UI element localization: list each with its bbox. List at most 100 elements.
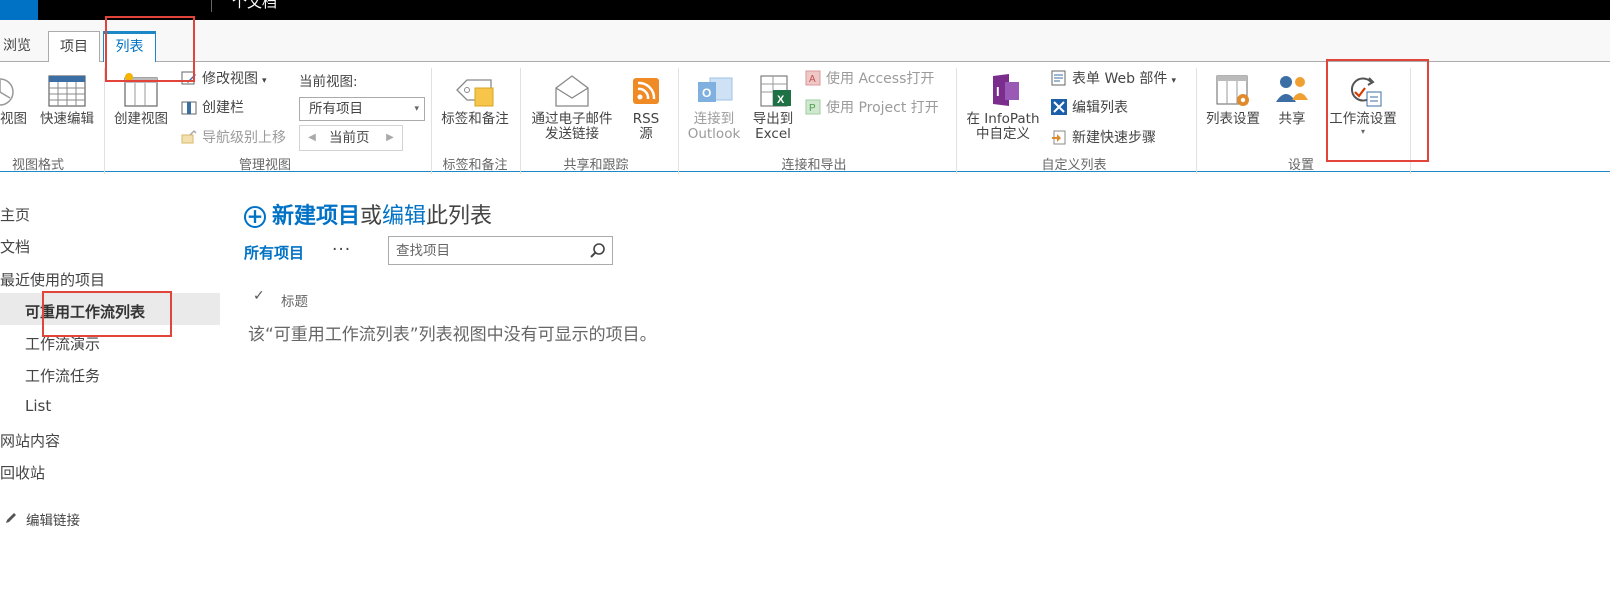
excel-icon: X <box>753 72 793 108</box>
group-divider <box>1410 68 1411 174</box>
current-view-label: 当前视图: <box>299 74 358 90</box>
next-page-icon[interactable]: ▶ <box>382 126 398 150</box>
create-column-label: 创建栏 <box>202 100 244 116</box>
rss-label-1: RSS <box>632 111 660 127</box>
list-settings-label: 列表设置 <box>1206 111 1260 127</box>
create-view-button[interactable]: 创建视图 <box>110 72 172 127</box>
chevron-down-icon: ▾ <box>414 104 419 114</box>
svg-text:X: X <box>777 94 785 106</box>
group-divider <box>104 68 105 174</box>
excel-label-1: 导出到 <box>752 111 794 127</box>
add-circle-icon[interactable]: + <box>244 206 266 228</box>
nav-item-list[interactable]: List <box>25 397 51 415</box>
nav-item-workflow-tasks[interactable]: 工作流任务 <box>25 365 100 386</box>
chevron-down-icon: ▾ <box>1171 76 1176 86</box>
email-link-label-2: 发送链接 <box>545 126 599 142</box>
app-launcher-tile[interactable] <box>0 0 38 20</box>
tags-notes-button[interactable]: 标签和备注 <box>437 72 513 127</box>
group-label-connect-export: 连接和导出 <box>781 158 847 173</box>
new-item-link[interactable]: 新建项目 <box>272 204 360 229</box>
navigate-up-button[interactable]: 导航级别上移 <box>181 128 286 148</box>
select-all-checkmark-icon[interactable]: ✓ <box>253 288 265 304</box>
current-view-select[interactable]: 所有项目 ▾ <box>299 97 425 121</box>
connect-outlook-button[interactable]: O 连接到 Outlook <box>684 72 744 142</box>
column-header-title[interactable]: 标题 <box>281 290 308 310</box>
current-view-value: 所有项目 <box>309 101 363 117</box>
search-icon[interactable] <box>589 242 607 264</box>
svg-text:I: I <box>996 84 1000 99</box>
open-project-button[interactable]: P 使用 Project 打开 <box>805 98 939 118</box>
edit-list-label: 编辑列表 <box>1072 100 1128 116</box>
edit-links-button[interactable]: 编辑链接 <box>4 509 80 529</box>
group-label-share-track: 共享和跟踪 <box>563 158 629 173</box>
group-divider <box>431 68 432 174</box>
ribbon-tabs: 浏览 项目 列表 <box>0 20 1610 63</box>
form-web-parts-button[interactable]: 表单 Web 部件 ▾ <box>1051 69 1176 89</box>
open-access-button[interactable]: A 使用 Access打开 <box>805 69 934 89</box>
infopath-icon: I <box>983 72 1023 108</box>
edit-list-button[interactable]: 编辑列表 <box>1051 98 1128 118</box>
list-settings-icon <box>1213 72 1253 108</box>
edit-links-label: 编辑链接 <box>26 513 80 529</box>
modify-view-icon <box>181 70 197 86</box>
tab-items[interactable]: 项目 <box>48 31 100 62</box>
nav-item-recent[interactable]: 最近使用的项目 <box>0 269 105 290</box>
form-web-parts-label: 表单 Web 部件 <box>1072 71 1168 87</box>
quick-edit-button[interactable]: 快速编辑 <box>36 72 98 127</box>
group-divider <box>956 68 957 174</box>
nav-item-reusable-workflow-list[interactable]: 可重用工作流列表 <box>25 301 145 322</box>
view-button-label: 视图 <box>0 111 27 127</box>
tag-icon <box>455 72 495 108</box>
modify-view-button[interactable]: 修改视图 ▾ <box>181 69 267 89</box>
customize-infopath-button[interactable]: I 在 InfoPath 中自定义 <box>961 72 1045 142</box>
svg-text:O: O <box>702 86 711 100</box>
nav-item-workflow-demo[interactable]: 工作流演示 <box>25 333 100 354</box>
search-input[interactable] <box>389 237 579 264</box>
create-column-icon <box>181 99 197 115</box>
list-settings-button[interactable]: 列表设置 <box>1201 72 1265 127</box>
nav-item-recycle-bin[interactable]: 回收站 <box>0 462 45 483</box>
view-button[interactable]: 视图 <box>0 72 27 127</box>
nav-item-documents[interactable]: 文档 <box>0 236 30 257</box>
edit-list-link[interactable]: 编辑 <box>382 204 426 229</box>
access-icon: A <box>805 70 821 86</box>
new-quick-step-label: 新建快速步骤 <box>1072 130 1156 146</box>
share-button[interactable]: 共享 <box>1270 72 1314 127</box>
page-title: + 新建项目或编辑此列表 <box>244 198 492 230</box>
quick-edit-icon <box>47 72 87 108</box>
project-icon: P <box>805 99 821 115</box>
open-access-label: 使用 Access打开 <box>826 71 935 87</box>
create-view-icon <box>121 72 161 108</box>
create-column-button[interactable]: 创建栏 <box>181 98 244 118</box>
infopath-label-2: 中自定义 <box>976 126 1030 142</box>
group-divider <box>678 68 679 174</box>
empty-list-message: 该“可重用工作流列表”列表视图中没有可显示的项目。 <box>248 325 657 345</box>
tab-browse[interactable]: 浏览 <box>0 31 34 62</box>
ribbon: 视图 快速编辑 视图格式 创建视图 修改视图 ▾ 创建栏 导航级别上移 当前视图… <box>0 62 1610 174</box>
new-quick-step-button[interactable]: 新建快速步骤 <box>1051 128 1156 148</box>
nav-item-site-contents[interactable]: 网站内容 <box>0 430 60 451</box>
rss-button[interactable]: RSS 源 <box>626 72 666 142</box>
outlook-label-2: Outlook <box>687 126 741 142</box>
suite-bar: 个文档 <box>0 0 1610 20</box>
group-divider <box>1196 68 1197 174</box>
email-link-button[interactable]: 通过电子邮件 发送链接 <box>527 72 617 142</box>
more-options-icon[interactable]: ··· <box>332 240 351 260</box>
title-or: 或 <box>360 204 383 229</box>
nav-item-home[interactable]: 主页 <box>0 204 30 225</box>
outlook-icon: O <box>694 72 734 108</box>
view-all-items-link[interactable]: 所有项目 <box>244 242 304 263</box>
prev-page-icon[interactable]: ◀ <box>304 126 320 150</box>
workflow-settings-button[interactable]: 工作流设置 ▾ <box>1325 72 1401 137</box>
svg-text:A: A <box>809 74 816 85</box>
rss-label-2: 源 <box>639 126 653 142</box>
export-excel-button[interactable]: X 导出到 Excel <box>746 72 800 142</box>
current-page-label: 当前页 <box>329 130 370 146</box>
site-title[interactable]: 个文档 <box>232 0 277 12</box>
navigate-up-icon <box>181 129 197 145</box>
modify-view-label: 修改视图 <box>202 71 258 87</box>
group-label-customize-list: 自定义列表 <box>1041 158 1107 173</box>
view-icon <box>0 72 26 108</box>
email-link-label-1: 通过电子邮件 <box>531 111 613 127</box>
tab-list[interactable]: 列表 <box>103 31 156 63</box>
